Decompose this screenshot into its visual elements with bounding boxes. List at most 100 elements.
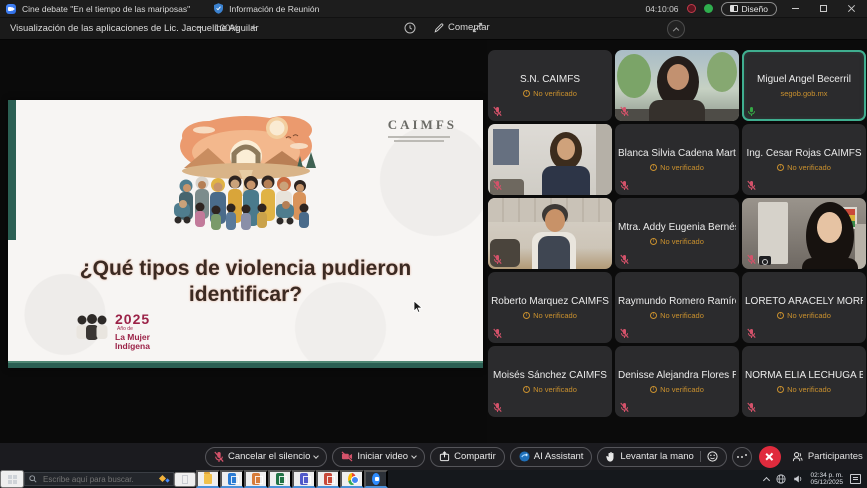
more-options-button[interactable] <box>732 447 752 467</box>
video-face <box>545 209 565 232</box>
close-button[interactable] <box>841 2 861 16</box>
ellipsis-icon <box>741 456 743 458</box>
participants-button[interactable]: Participantes <box>786 450 867 463</box>
participant-name: Moisés Sánchez CAIMFS <box>493 370 607 381</box>
indigenous-women-figures-icon <box>74 312 110 344</box>
info-icon <box>777 164 784 171</box>
file-explorer-icon[interactable] <box>196 470 220 488</box>
participant-status-text: No verificado <box>787 163 831 172</box>
participant-status-text: No verificado <box>660 311 704 320</box>
participant-status: No verificado <box>777 385 831 394</box>
participant-status-text: No verificado <box>533 89 577 98</box>
unmute-button[interactable]: Cancelar el silencio <box>205 447 327 467</box>
participant-status-text: No verificado <box>533 385 577 394</box>
participant-tile[interactable] <box>742 198 866 269</box>
windows-taskbar: 02:34 p. m. 05/12/2025 <box>0 470 867 488</box>
video-b1 <box>493 129 519 165</box>
expand-icon[interactable] <box>472 22 483 33</box>
taskbar-search[interactable] <box>24 472 174 486</box>
design-button[interactable]: Diseño <box>721 2 777 16</box>
mail-app-icon <box>252 473 260 485</box>
mail-app-icon[interactable] <box>244 470 268 488</box>
ai-assistant-button[interactable]: AI Assistant <box>510 447 593 467</box>
blue-app-icon[interactable] <box>220 470 244 488</box>
app-window: Cine debate "En el tiempo de las maripos… <box>0 0 867 488</box>
mic-muted-icon <box>493 106 502 117</box>
zoom-in-button[interactable]: + <box>251 22 257 34</box>
participant-tile[interactable]: NORMA ELIA LECHUGA BAS...No verificado <box>742 346 866 417</box>
participant-name: Raymundo Romero Ramírez... <box>618 296 736 307</box>
info-icon <box>650 238 657 245</box>
network-globe-icon[interactable] <box>776 474 786 484</box>
minimize-button[interactable] <box>785 2 805 16</box>
notebook-app-icon[interactable] <box>292 470 316 488</box>
participant-video <box>488 124 612 195</box>
slide-title: ¿Qué tipos de violencia pudieron identif… <box>8 256 483 308</box>
share-button[interactable]: Compartir <box>430 447 505 467</box>
chrome-icon <box>348 473 356 485</box>
x-icon <box>766 453 773 460</box>
video-torso <box>649 100 705 121</box>
participant-status-text: No verificado <box>787 311 831 320</box>
participant-tile[interactable]: Ing. Cesar Rojas CAIMFSNo verificado <box>742 124 866 195</box>
participant-name: LORETO ARACELY MORRIS ... <box>745 296 863 307</box>
participant-tile[interactable]: LORETO ARACELY MORRIS ... No verificado <box>742 272 866 343</box>
notification-center-icon[interactable] <box>850 474 861 484</box>
task-view-icon[interactable] <box>174 472 196 487</box>
participant-status: No verificado <box>523 311 577 320</box>
tray-expand-icon[interactable] <box>763 476 770 483</box>
spreadsheet-app-icon[interactable] <box>268 470 292 488</box>
raise-hand-button[interactable]: Levantar la mano <box>597 447 726 467</box>
leave-meeting-button[interactable] <box>759 446 781 468</box>
maximize-button[interactable] <box>813 2 833 16</box>
start-button[interactable] <box>0 470 24 488</box>
file-explorer-icon <box>204 474 212 484</box>
participant-tile[interactable]: Moisés Sánchez CAIMFS No verificado <box>488 346 612 417</box>
taskbar-clock[interactable]: 02:34 p. m. 05/12/2025 <box>810 472 843 487</box>
participant-status-text: No verificado <box>660 163 704 172</box>
participant-tile[interactable]: S.N. CAIMFSNo verificado <box>488 50 612 121</box>
mic-muted-icon <box>747 180 756 191</box>
meeting-info-link[interactable]: Información de Reunión <box>229 4 319 14</box>
comment-button[interactable]: Comentar <box>428 21 496 34</box>
info-icon <box>650 164 657 171</box>
start-video-button[interactable]: Iniciar video <box>332 447 425 467</box>
share-screen-icon <box>439 451 450 462</box>
zoom-out-button[interactable]: − <box>196 22 202 34</box>
search-input[interactable] <box>41 474 156 485</box>
participant-tile[interactable]: Raymundo Romero Ramírez... No verificado <box>615 272 739 343</box>
participant-status-text: segob.gob.mx <box>780 89 827 98</box>
participant-tile[interactable] <box>488 124 612 195</box>
participant-tile[interactable]: Miguel Angel Becerrilsegob.gob.mx <box>742 50 866 121</box>
participant-tile[interactable]: Roberto Marquez CAIMFSNo verificado <box>488 272 612 343</box>
comment-label: Comentar <box>448 22 490 33</box>
ai-assistant-icon <box>519 451 530 462</box>
collapse-videos-button[interactable] <box>667 20 685 38</box>
mouse-cursor <box>413 300 423 314</box>
red-app-icon[interactable] <box>316 470 340 488</box>
notebook-app-icon <box>300 473 308 485</box>
participant-video <box>615 50 739 121</box>
reactions-smiley-icon[interactable] <box>707 451 718 462</box>
participant-tile[interactable]: Denisse Alejandra Flores Ros...No verifi… <box>615 346 739 417</box>
participant-tile[interactable] <box>488 198 612 269</box>
chrome-icon[interactable] <box>340 470 364 488</box>
participant-tile[interactable] <box>615 50 739 121</box>
speaker-icon[interactable] <box>793 474 803 484</box>
meeting-title: Cine debate "En el tiempo de las maripos… <box>22 4 190 14</box>
participant-tile[interactable]: Blanca Silvia Cadena Martine...No verifi… <box>615 124 739 195</box>
slide-title-line1: ¿Qué tipos de violencia pudieron <box>8 256 483 282</box>
year-badge-text: 2025 Año de La Mujer Indígena <box>115 312 150 350</box>
participant-panel: S.N. CAIMFSNo verificado Miguel Angel Bec… <box>487 40 867 443</box>
participant-status-text: No verificado <box>787 385 831 394</box>
participant-status: No verificado <box>523 385 577 394</box>
mic-muted-icon <box>620 254 629 265</box>
session-timer-icon[interactable] <box>404 22 416 34</box>
info-icon <box>523 386 530 393</box>
spreadsheet-app-icon <box>276 473 284 485</box>
zoom-app-icon[interactable] <box>364 470 388 488</box>
blue-app-icon <box>228 473 236 485</box>
chevron-down-icon[interactable] <box>411 453 417 459</box>
chevron-down-icon[interactable] <box>314 453 320 459</box>
participant-tile[interactable]: Mtra. Addy Eugenia Bernés ...No verifica… <box>615 198 739 269</box>
